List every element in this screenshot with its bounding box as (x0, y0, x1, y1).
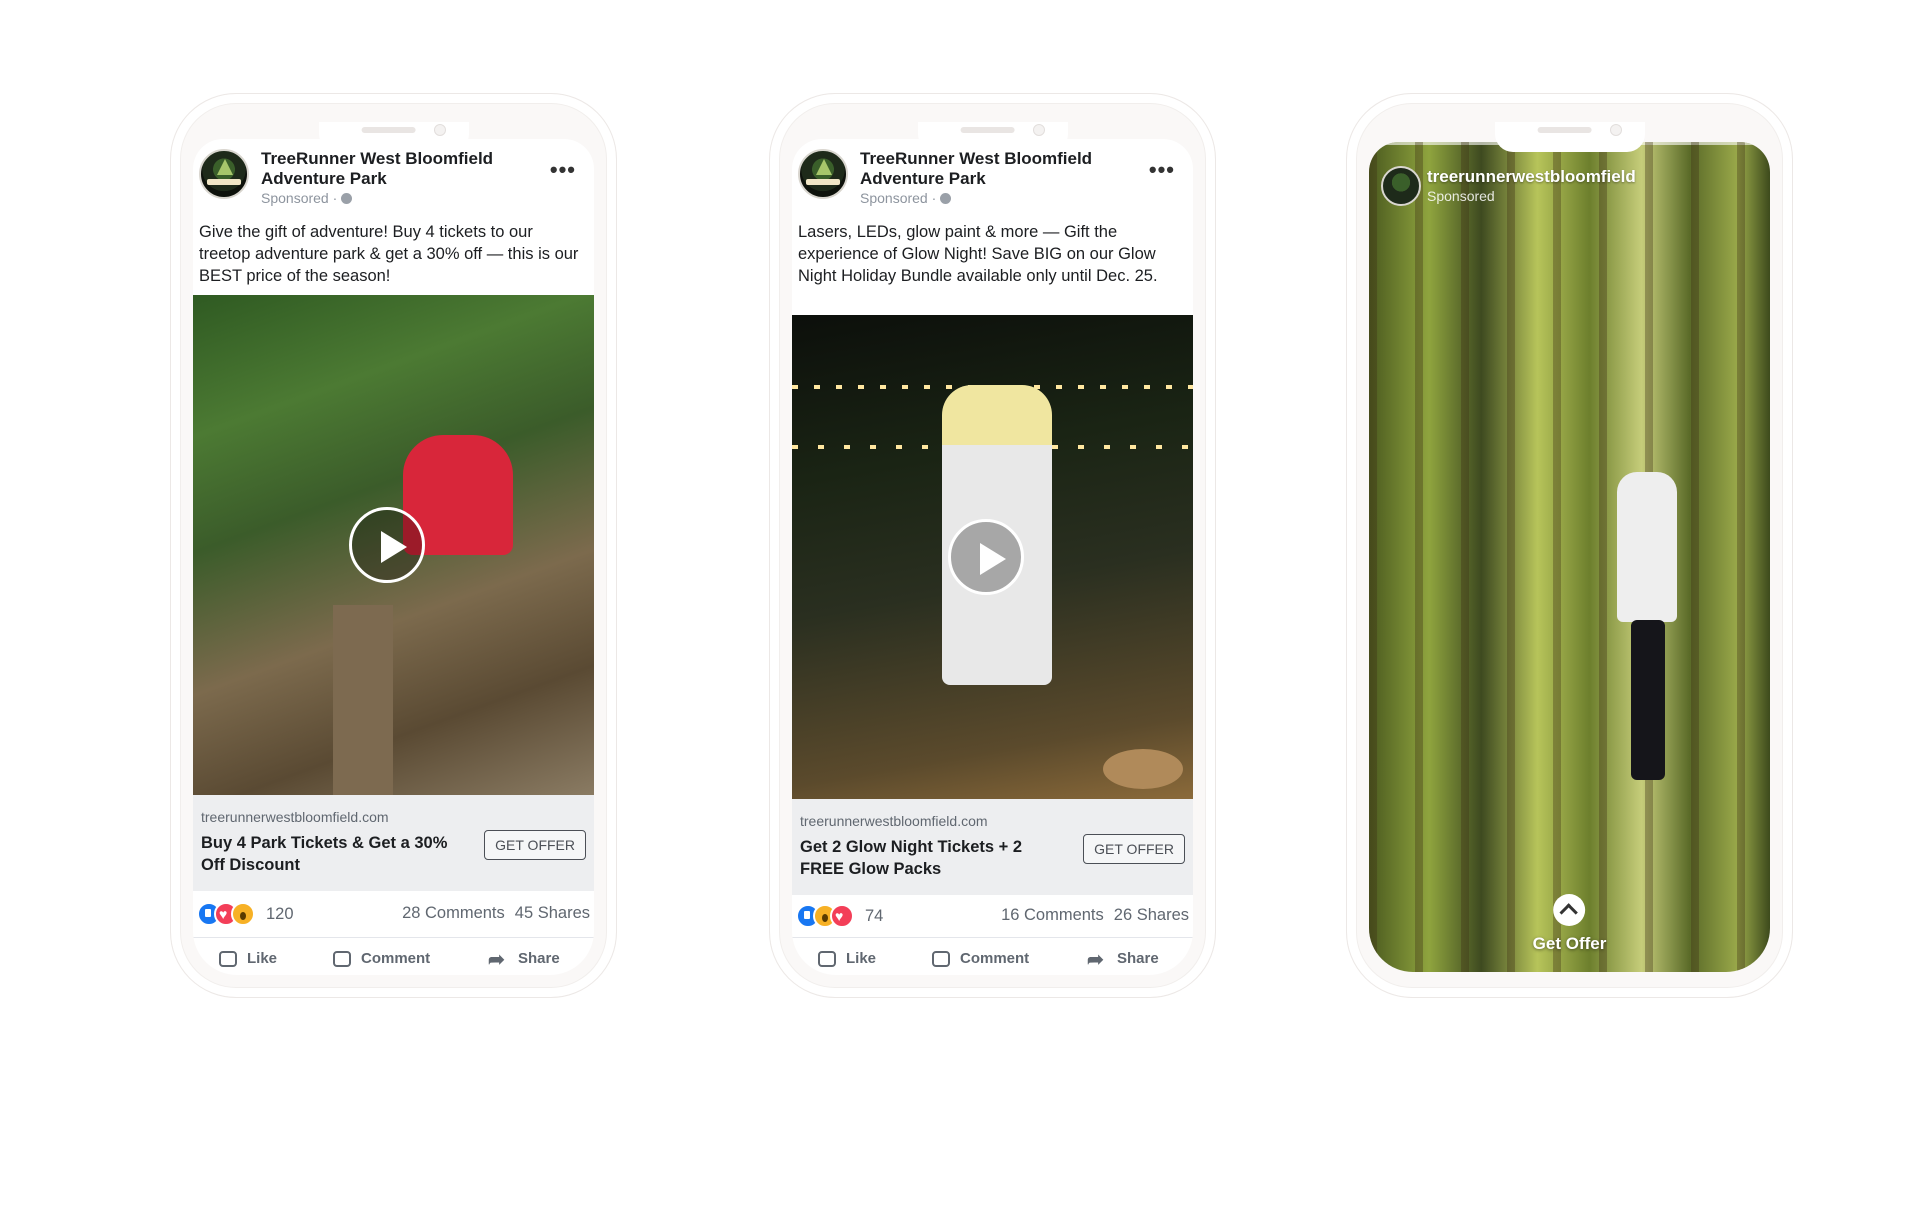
phone-camera (1609, 124, 1622, 136)
post-caption: Lasers, LEDs, glow paint & more — Gift t… (798, 223, 1158, 285)
get-offer-button[interactable]: GET OFFER (484, 830, 586, 860)
like-label: Like (846, 950, 877, 967)
more-options-icon[interactable]: ••• (1149, 157, 1175, 183)
phone-camera (433, 124, 446, 136)
reactions-row: 74 16 Comments 26 Shares (796, 896, 1189, 936)
reaction-count: 120 (266, 904, 294, 923)
post-actions: Like Comment Share (792, 937, 1193, 975)
link-headline: Buy 4 Park Tickets & Get a 30% Off Disco… (201, 834, 448, 874)
link-preview[interactable]: treerunnerwestbloomfield.com Buy 4 Park … (193, 795, 594, 891)
share-icon (488, 947, 508, 972)
zipline-rider (1617, 472, 1677, 622)
swipe-up-cta[interactable]: Get Offer (1533, 894, 1607, 954)
share-button[interactable]: Share (488, 947, 560, 972)
share-button[interactable]: Share (1087, 947, 1159, 972)
shares-count[interactable]: 26 Shares (1114, 906, 1189, 924)
link-headline: Get 2 Glow Night Tickets + 2 FREE Glow P… (800, 838, 1023, 878)
like-button[interactable]: Like (818, 950, 876, 967)
comments-count[interactable]: 16 Comments (1001, 906, 1104, 924)
more-options-icon[interactable]: ••• (550, 157, 576, 183)
comment-button[interactable]: Comment (932, 950, 1029, 967)
love-reaction-icon (830, 904, 854, 928)
page-avatar[interactable] (798, 149, 848, 199)
sponsored-text: Sponsored · (261, 190, 338, 206)
phone-mockup-1: TreeRunner West Bloomfield Adventure Par… (170, 93, 617, 998)
phone-mockup-3: treerunnerwestbloomfield Sponsored Get O… (1346, 93, 1793, 998)
play-button-icon[interactable] (948, 519, 1024, 595)
phone-mockup-2: TreeRunner West Bloomfield Adventure Par… (769, 93, 1216, 998)
get-offer-button[interactable]: GET OFFER (1083, 834, 1185, 864)
link-domain: treerunnerwestbloomfield.com (800, 813, 988, 829)
phone-speaker (960, 127, 1015, 133)
page-name[interactable]: TreeRunner West Bloomfield Adventure Par… (261, 149, 531, 189)
sponsored-label: Sponsored · (261, 190, 353, 206)
reaction-icons[interactable]: 120 (197, 902, 294, 926)
post-header: TreeRunner West Bloomfield Adventure Par… (199, 139, 588, 219)
instagram-story-ad[interactable]: treerunnerwestbloomfield Sponsored Get O… (1369, 142, 1770, 972)
facebook-feed-ad-2: TreeRunner West Bloomfield Adventure Par… (792, 139, 1193, 975)
share-label: Share (1117, 950, 1159, 967)
facebook-feed-ad-1: TreeRunner West Bloomfield Adventure Par… (193, 139, 594, 975)
tree-trunks (1369, 142, 1770, 972)
reaction-count: 74 (865, 906, 884, 925)
tree-trunk (333, 605, 393, 795)
account-username[interactable]: treerunnerwestbloomfield (1427, 167, 1636, 187)
page-avatar[interactable] (199, 149, 249, 199)
post-caption: Give the gift of adventure! Buy 4 ticket… (199, 223, 579, 285)
reactions-row: 120 28 Comments 45 Shares (197, 894, 590, 934)
phone-speaker (361, 127, 416, 133)
comments-count[interactable]: 28 Comments (402, 904, 505, 922)
account-avatar[interactable] (1381, 166, 1421, 206)
video-thumbnail[interactable] (193, 295, 594, 795)
globe-icon (940, 193, 952, 204)
share-label: Share (518, 950, 560, 967)
reaction-icons[interactable]: 74 (796, 904, 884, 928)
like-button[interactable]: Like (219, 950, 277, 967)
phone-camera (1032, 124, 1045, 136)
video-thumbnail[interactable] (792, 315, 1193, 799)
thumbs-up-icon (818, 951, 836, 967)
shares-count[interactable]: 45 Shares (515, 904, 590, 922)
comment-icon (932, 951, 950, 967)
sponsored-text: Sponsored · (860, 190, 937, 206)
link-domain: treerunnerwestbloomfield.com (201, 809, 389, 825)
get-offer-label[interactable]: Get Offer (1533, 934, 1607, 954)
engagement-stats: 16 Comments 26 Shares (991, 906, 1189, 925)
post-header: TreeRunner West Bloomfield Adventure Par… (798, 139, 1187, 219)
wooden-platform (1103, 749, 1183, 789)
chevron-up-icon[interactable] (1553, 894, 1586, 926)
link-preview[interactable]: treerunnerwestbloomfield.com Get 2 Glow … (792, 799, 1193, 895)
sponsored-label: Sponsored (1427, 188, 1495, 204)
engagement-stats: 28 Comments 45 Shares (392, 904, 590, 923)
thumbs-up-icon (219, 951, 237, 967)
comment-label: Comment (361, 950, 431, 967)
play-button-icon[interactable] (349, 507, 425, 583)
share-icon (1087, 947, 1107, 972)
comment-label: Comment (960, 950, 1030, 967)
sponsored-label: Sponsored · (860, 190, 952, 206)
post-actions: Like Comment Share (193, 937, 594, 975)
phone-speaker (1537, 127, 1592, 133)
page-name[interactable]: TreeRunner West Bloomfield Adventure Par… (860, 149, 1130, 189)
zipline-rider-legs (1631, 620, 1665, 780)
globe-icon (341, 193, 353, 204)
wow-reaction-icon (231, 902, 255, 926)
comment-icon (333, 951, 351, 967)
like-label: Like (247, 950, 278, 967)
comment-button[interactable]: Comment (333, 950, 430, 967)
